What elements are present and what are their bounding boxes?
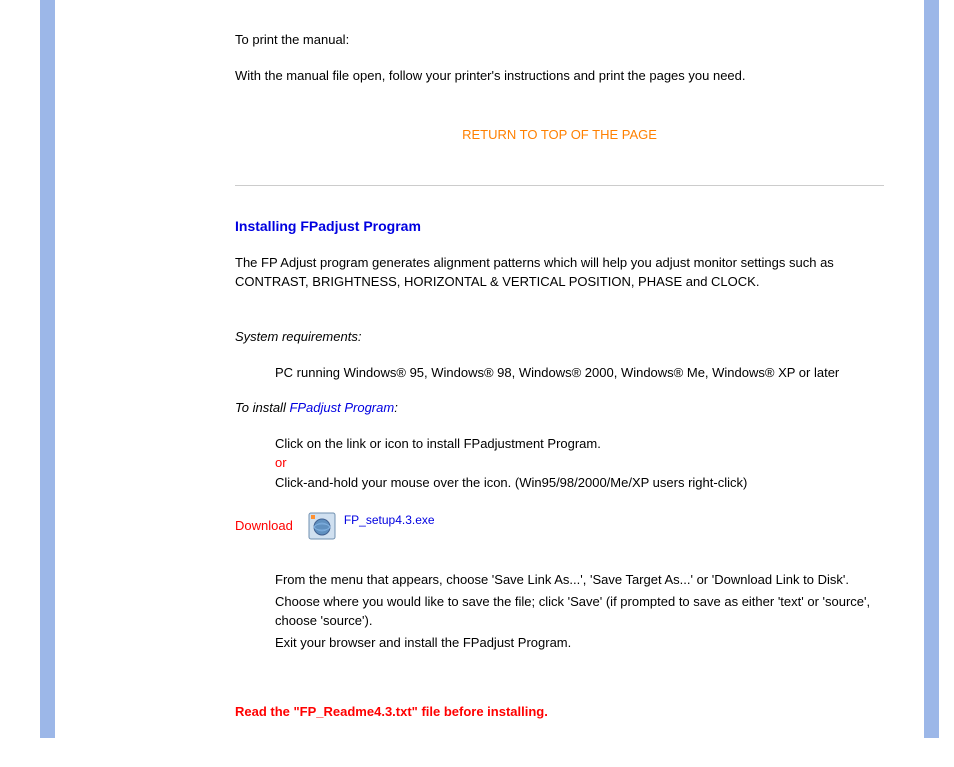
- install-instruction-1: Click on the link or icon to install FPa…: [275, 434, 884, 454]
- left-outer-margin: [0, 0, 40, 738]
- return-to-top-link[interactable]: RETURN TO TOP OF THE PAGE: [462, 127, 657, 142]
- download-label: Download: [235, 516, 293, 536]
- document-content: To print the manual: With the manual fil…: [55, 0, 924, 767]
- install-suffix: :: [394, 400, 398, 415]
- download-file-link[interactable]: FP_setup4.3.exe: [344, 511, 435, 529]
- left-blue-bar: [40, 0, 55, 738]
- readme-warning: Read the "FP_Readme4.3.txt" file before …: [235, 702, 884, 722]
- install-instruction-2: Click-and-hold your mouse over the icon.…: [275, 473, 884, 493]
- install-instructions: Click on the link or icon to install FPa…: [275, 434, 884, 493]
- section-title: Installing FPadjust Program: [235, 216, 884, 237]
- fpadjust-program-link[interactable]: FPadjust Program: [289, 400, 394, 415]
- save-step-1: From the menu that appears, choose 'Save…: [275, 570, 884, 590]
- sysreq-item: PC running Windows® 95, Windows® 98, Win…: [275, 363, 884, 383]
- save-step-2: Choose where you would like to save the …: [275, 592, 884, 631]
- print-instructions: With the manual file open, follow your p…: [235, 66, 884, 86]
- download-file-icon[interactable]: [308, 512, 336, 540]
- save-steps: From the menu that appears, choose 'Save…: [275, 570, 884, 652]
- right-outer-margin: [939, 0, 954, 738]
- install-prefix: To install: [235, 400, 289, 415]
- save-step-3: Exit your browser and install the FPadju…: [275, 633, 884, 653]
- section-divider: [235, 185, 884, 186]
- right-blue-bar: [924, 0, 939, 738]
- print-heading: To print the manual:: [235, 30, 884, 50]
- or-separator: or: [275, 453, 884, 473]
- sysreq-label: System requirements:: [235, 327, 884, 347]
- install-label: To install FPadjust Program:: [235, 398, 884, 418]
- section-description: The FP Adjust program generates alignmen…: [235, 253, 884, 292]
